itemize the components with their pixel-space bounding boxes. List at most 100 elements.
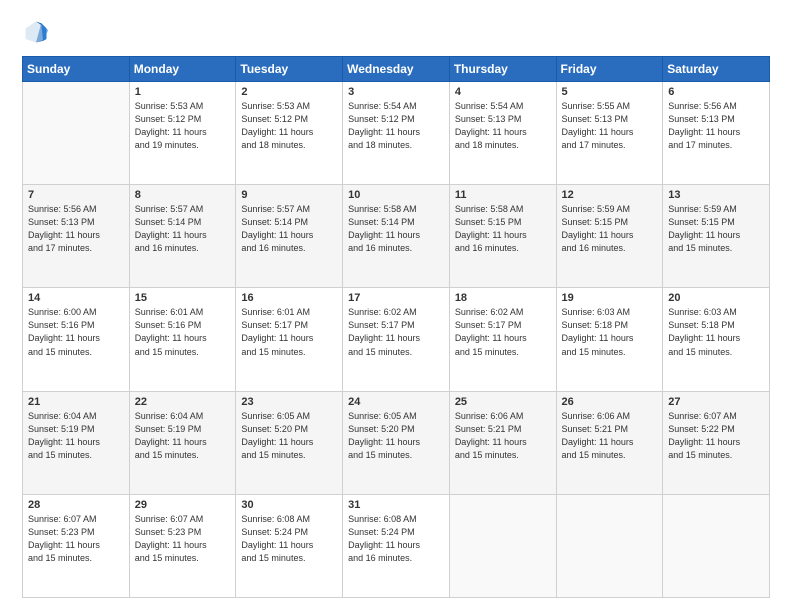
day-number: 29 <box>135 499 231 511</box>
day-info: Sunrise: 6:03 AM Sunset: 5:18 PM Dayligh… <box>562 306 658 358</box>
day-info: Sunrise: 6:05 AM Sunset: 5:20 PM Dayligh… <box>241 410 337 462</box>
calendar-cell: 6 Sunrise: 5:56 AM Sunset: 5:13 PM Daylig… <box>663 82 770 185</box>
page: SundayMondayTuesdayWednesdayThursdayFrid… <box>0 0 792 612</box>
day-info: Sunrise: 6:04 AM Sunset: 5:19 PM Dayligh… <box>28 410 124 462</box>
day-number: 14 <box>28 292 124 304</box>
calendar-cell: 18 Sunrise: 6:02 AM Sunset: 5:17 PM Dayli… <box>449 288 556 391</box>
day-number: 8 <box>135 189 231 201</box>
day-info: Sunrise: 6:06 AM Sunset: 5:21 PM Dayligh… <box>455 410 551 462</box>
calendar-week-row: 28 Sunrise: 6:07 AM Sunset: 5:23 PM Dayli… <box>23 494 770 597</box>
calendar-table: SundayMondayTuesdayWednesdayThursdayFrid… <box>22 56 770 598</box>
calendar-cell: 22 Sunrise: 6:04 AM Sunset: 5:19 PM Dayli… <box>129 391 236 494</box>
day-number: 7 <box>28 189 124 201</box>
col-header-wednesday: Wednesday <box>343 57 450 82</box>
calendar-week-row: 21 Sunrise: 6:04 AM Sunset: 5:19 PM Dayli… <box>23 391 770 494</box>
day-info: Sunrise: 6:04 AM Sunset: 5:19 PM Dayligh… <box>135 410 231 462</box>
calendar-cell <box>23 82 130 185</box>
day-number: 15 <box>135 292 231 304</box>
calendar-cell: 9Sunrise: 5:57 AM Sunset: 5:14 PM Daylig… <box>236 185 343 288</box>
day-number: 28 <box>28 499 124 511</box>
calendar-cell: 1 Sunrise: 5:53 AM Sunset: 5:12 PM Daylig… <box>129 82 236 185</box>
day-number: 11 <box>455 189 551 201</box>
calendar-cell: 28 Sunrise: 6:07 AM Sunset: 5:23 PM Dayli… <box>23 494 130 597</box>
calendar-cell: 3Sunrise: 5:54 AM Sunset: 5:12 PM Daylig… <box>343 82 450 185</box>
day-info: Sunrise: 6:08 AM Sunset: 5:24 PM Dayligh… <box>348 513 444 565</box>
day-number: 3 <box>348 86 444 98</box>
calendar-cell: 30 Sunrise: 6:08 AM Sunset: 5:24 PM Dayli… <box>236 494 343 597</box>
day-number: 30 <box>241 499 337 511</box>
calendar-cell: 29 Sunrise: 6:07 AM Sunset: 5:23 PM Dayli… <box>129 494 236 597</box>
day-number: 13 <box>668 189 764 201</box>
day-number: 2 <box>241 86 337 98</box>
day-info: Sunrise: 6:00 AM Sunset: 5:16 PM Dayligh… <box>28 306 124 358</box>
calendar-cell: 13 Sunrise: 5:59 AM Sunset: 5:15 PM Dayli… <box>663 185 770 288</box>
day-info: Sunrise: 6:06 AM Sunset: 5:21 PM Dayligh… <box>562 410 658 462</box>
day-info: Sunrise: 6:07 AM Sunset: 5:22 PM Dayligh… <box>668 410 764 462</box>
calendar-cell: 24Sunrise: 6:05 AM Sunset: 5:20 PM Dayli… <box>343 391 450 494</box>
col-header-monday: Monday <box>129 57 236 82</box>
calendar-cell: 11 Sunrise: 5:58 AM Sunset: 5:15 PM Dayli… <box>449 185 556 288</box>
day-info: Sunrise: 5:58 AM Sunset: 5:15 PM Dayligh… <box>455 203 551 255</box>
day-info: Sunrise: 6:03 AM Sunset: 5:18 PM Dayligh… <box>668 306 764 358</box>
day-info: Sunrise: 5:54 AM Sunset: 5:13 PM Dayligh… <box>455 100 551 152</box>
day-number: 9 <box>241 189 337 201</box>
calendar-cell: 21 Sunrise: 6:04 AM Sunset: 5:19 PM Dayli… <box>23 391 130 494</box>
day-info: Sunrise: 6:07 AM Sunset: 5:23 PM Dayligh… <box>28 513 124 565</box>
col-header-saturday: Saturday <box>663 57 770 82</box>
day-number: 6 <box>668 86 764 98</box>
day-number: 31 <box>348 499 444 511</box>
calendar-cell: 25 Sunrise: 6:06 AM Sunset: 5:21 PM Dayli… <box>449 391 556 494</box>
day-info: Sunrise: 5:53 AM Sunset: 5:12 PM Dayligh… <box>241 100 337 152</box>
day-number: 22 <box>135 396 231 408</box>
day-number: 1 <box>135 86 231 98</box>
calendar-cell: 2 Sunrise: 5:53 AM Sunset: 5:12 PM Daylig… <box>236 82 343 185</box>
calendar-cell <box>663 494 770 597</box>
calendar-cell: 16 Sunrise: 6:01 AM Sunset: 5:17 PM Dayli… <box>236 288 343 391</box>
calendar-cell: 31 Sunrise: 6:08 AM Sunset: 5:24 PM Dayli… <box>343 494 450 597</box>
calendar-cell: 4 Sunrise: 5:54 AM Sunset: 5:13 PM Daylig… <box>449 82 556 185</box>
day-number: 25 <box>455 396 551 408</box>
logo-icon <box>22 18 50 46</box>
day-info: Sunrise: 5:53 AM Sunset: 5:12 PM Dayligh… <box>135 100 231 152</box>
calendar-cell: 23 Sunrise: 6:05 AM Sunset: 5:20 PM Dayli… <box>236 391 343 494</box>
calendar-cell: 27 Sunrise: 6:07 AM Sunset: 5:22 PM Dayli… <box>663 391 770 494</box>
calendar-cell: 12 Sunrise: 5:59 AM Sunset: 5:15 PM Dayli… <box>556 185 663 288</box>
day-info: Sunrise: 6:08 AM Sunset: 5:24 PM Dayligh… <box>241 513 337 565</box>
day-number: 5 <box>562 86 658 98</box>
col-header-tuesday: Tuesday <box>236 57 343 82</box>
calendar-cell: 5Sunrise: 5:55 AM Sunset: 5:13 PM Daylig… <box>556 82 663 185</box>
calendar-cell: 26Sunrise: 6:06 AM Sunset: 5:21 PM Dayli… <box>556 391 663 494</box>
day-number: 27 <box>668 396 764 408</box>
day-number: 23 <box>241 396 337 408</box>
calendar-cell <box>556 494 663 597</box>
col-header-sunday: Sunday <box>23 57 130 82</box>
day-info: Sunrise: 5:59 AM Sunset: 5:15 PM Dayligh… <box>562 203 658 255</box>
calendar-cell: 7Sunrise: 5:56 AM Sunset: 5:13 PM Daylig… <box>23 185 130 288</box>
day-number: 21 <box>28 396 124 408</box>
day-number: 20 <box>668 292 764 304</box>
calendar-week-row: 14 Sunrise: 6:00 AM Sunset: 5:16 PM Dayli… <box>23 288 770 391</box>
calendar-cell: 10Sunrise: 5:58 AM Sunset: 5:14 PM Dayli… <box>343 185 450 288</box>
day-number: 16 <box>241 292 337 304</box>
day-number: 17 <box>348 292 444 304</box>
day-info: Sunrise: 5:56 AM Sunset: 5:13 PM Dayligh… <box>668 100 764 152</box>
calendar-cell: 19 Sunrise: 6:03 AM Sunset: 5:18 PM Dayli… <box>556 288 663 391</box>
day-number: 4 <box>455 86 551 98</box>
day-number: 18 <box>455 292 551 304</box>
calendar-header-row: SundayMondayTuesdayWednesdayThursdayFrid… <box>23 57 770 82</box>
day-info: Sunrise: 5:59 AM Sunset: 5:15 PM Dayligh… <box>668 203 764 255</box>
calendar-cell: 15 Sunrise: 6:01 AM Sunset: 5:16 PM Dayli… <box>129 288 236 391</box>
day-number: 19 <box>562 292 658 304</box>
day-info: Sunrise: 6:02 AM Sunset: 5:17 PM Dayligh… <box>455 306 551 358</box>
calendar-cell: 8 Sunrise: 5:57 AM Sunset: 5:14 PM Daylig… <box>129 185 236 288</box>
calendar-week-row: 7Sunrise: 5:56 AM Sunset: 5:13 PM Daylig… <box>23 185 770 288</box>
day-number: 12 <box>562 189 658 201</box>
day-info: Sunrise: 6:05 AM Sunset: 5:20 PM Dayligh… <box>348 410 444 462</box>
day-info: Sunrise: 6:01 AM Sunset: 5:17 PM Dayligh… <box>241 306 337 358</box>
day-info: Sunrise: 6:07 AM Sunset: 5:23 PM Dayligh… <box>135 513 231 565</box>
calendar-cell: 20 Sunrise: 6:03 AM Sunset: 5:18 PM Dayli… <box>663 288 770 391</box>
day-info: Sunrise: 5:57 AM Sunset: 5:14 PM Dayligh… <box>135 203 231 255</box>
day-info: Sunrise: 5:58 AM Sunset: 5:14 PM Dayligh… <box>348 203 444 255</box>
day-info: Sunrise: 6:02 AM Sunset: 5:17 PM Dayligh… <box>348 306 444 358</box>
day-info: Sunrise: 6:01 AM Sunset: 5:16 PM Dayligh… <box>135 306 231 358</box>
